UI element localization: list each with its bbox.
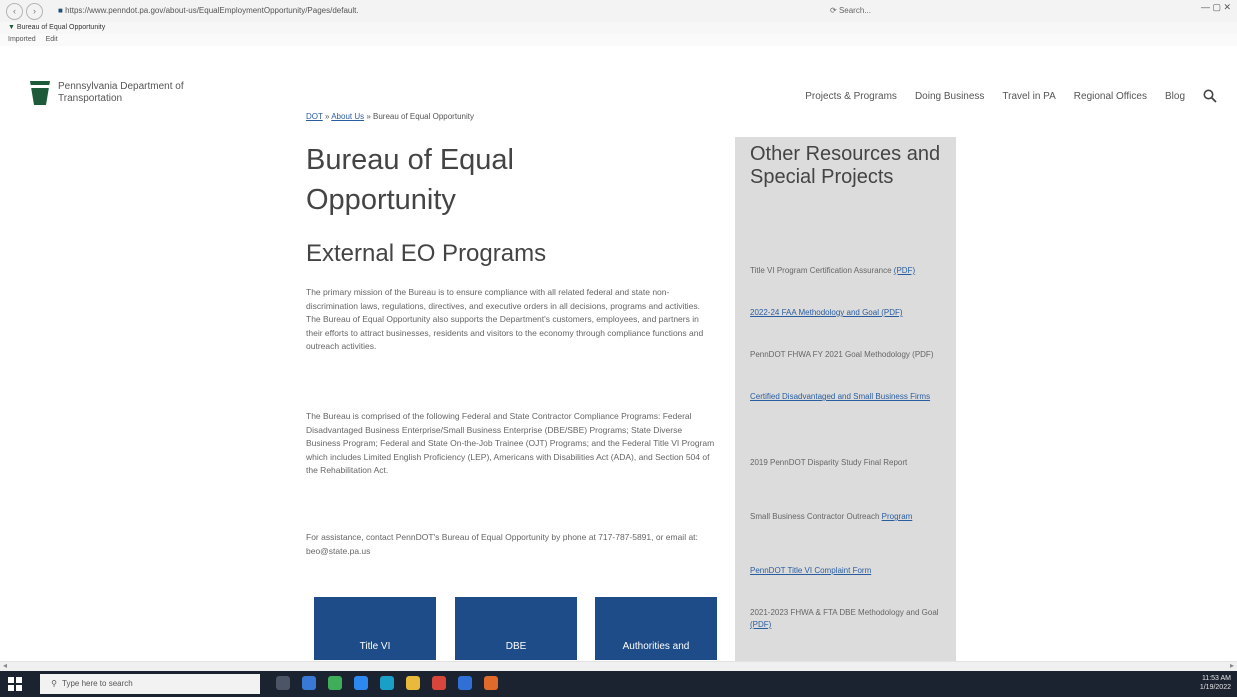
- nav-blog[interactable]: Blog: [1165, 91, 1185, 102]
- nav-projects-programs[interactable]: Projects & Programs: [805, 91, 897, 102]
- tab-bar: ▼ Bureau of Equal Opportunity: [0, 22, 1237, 34]
- scroll-left-icon[interactable]: ◂: [3, 661, 7, 670]
- sidebar-item[interactable]: Small Business Contractor Outreach Progr…: [750, 511, 940, 523]
- app-icon[interactable]: [432, 676, 446, 690]
- favicon-icon: ▼: [8, 24, 17, 31]
- section-heading: External EO Programs: [306, 240, 547, 267]
- sidebar-link[interactable]: PennDOT Title VI Complaint Form: [750, 566, 871, 575]
- scroll-right-icon[interactable]: ▸: [1230, 661, 1234, 670]
- main-navigation: Projects & Programs Doing Business Trave…: [805, 87, 1217, 105]
- search-icon[interactable]: [1203, 89, 1217, 103]
- sidebar-link[interactable]: 2022-24 FAA Methodology and Goal (PDF): [750, 308, 903, 317]
- tile-dbe[interactable]: DBE: [455, 597, 577, 660]
- forward-icon[interactable]: ›: [26, 3, 43, 20]
- keystone-icon: [30, 81, 50, 105]
- programs-paragraph: The Bureau is comprised of the following…: [306, 411, 715, 475]
- browser-toolbar: ‹ › ■ https://www.penndot.pa.gov/about-u…: [0, 0, 1237, 23]
- tile-authorities[interactable]: Authorities and: [595, 597, 717, 660]
- breadcrumb-current: Bureau of Equal Opportunity: [373, 112, 474, 121]
- taskbar-search-input[interactable]: ⚲ Type here to search: [40, 674, 260, 694]
- nav-doing-business[interactable]: Doing Business: [915, 91, 984, 102]
- task-view-icon[interactable]: [276, 676, 290, 690]
- sidebar-item[interactable]: Title VI Program Certification Assurance…: [750, 265, 940, 277]
- breadcrumb: DOT » About Us » Bureau of Equal Opportu…: [306, 112, 474, 121]
- breadcrumb-about-link[interactable]: About Us: [331, 112, 364, 121]
- back-icon[interactable]: ‹: [6, 3, 23, 20]
- mail-icon[interactable]: [458, 676, 472, 690]
- system-clock[interactable]: 11:53 AM 1/19/2022: [1161, 674, 1231, 692]
- address-bar[interactable]: ■ https://www.penndot.pa.gov/about-us/Eq…: [58, 3, 358, 18]
- taskbar: ⚲ Type here to search 11:53 AM 1/19/2022: [0, 671, 1237, 697]
- sidebar-item[interactable]: 2022-24 FAA Methodology and Goal (PDF): [750, 307, 940, 319]
- app-icon[interactable]: [484, 676, 498, 690]
- edge-icon[interactable]: [354, 676, 368, 690]
- window-controls[interactable]: — ▢ ✕: [1201, 2, 1231, 13]
- breadcrumb-home-link[interactable]: DOT: [306, 112, 323, 121]
- settings-icon[interactable]: [302, 676, 316, 690]
- search-icon: ⚲: [51, 679, 57, 688]
- browser-search-input[interactable]: ⟳ Search...: [830, 3, 950, 18]
- windows-start-icon[interactable]: [8, 677, 22, 691]
- tile-title-vi[interactable]: Title VI: [314, 597, 436, 660]
- sidebar-item[interactable]: PennDOT Title VI Complaint Form: [750, 565, 940, 577]
- sidebar-link[interactable]: Program: [882, 512, 913, 521]
- sidebar-item[interactable]: Certified Disadvantaged and Small Busine…: [750, 391, 940, 403]
- page-title: Bureau of Equal Opportunity: [306, 144, 514, 216]
- nav-travel-in-pa[interactable]: Travel in PA: [1002, 91, 1055, 102]
- favorites-bar: Imported Edit: [0, 34, 1237, 46]
- store-icon[interactable]: [380, 676, 394, 690]
- sidebar-link[interactable]: (PDF): [894, 266, 915, 275]
- refresh-icon[interactable]: ⟳: [830, 6, 839, 15]
- app-icon[interactable]: [328, 676, 342, 690]
- sidebar-item[interactable]: PennDOT FHWA FY 2021 Goal Methodology (P…: [750, 349, 940, 361]
- browser-tab[interactable]: ▼ Bureau of Equal Opportunity: [8, 23, 105, 33]
- file-explorer-icon[interactable]: [406, 676, 420, 690]
- nav-regional-offices[interactable]: Regional Offices: [1074, 91, 1147, 102]
- lock-icon: ■: [58, 6, 66, 15]
- sidebar-item[interactable]: 2019 PennDOT Disparity Study Final Repor…: [750, 457, 940, 469]
- org-name: Pennsylvania Department of Transportatio…: [58, 81, 184, 104]
- favorite-imported[interactable]: Imported: [8, 36, 36, 43]
- contact-paragraph: For assistance, contact PennDOT's Bureau…: [306, 532, 698, 556]
- resources-sidebar: Other Resources and Special Projects Tit…: [735, 137, 956, 662]
- sidebar-link[interactable]: (PDF): [750, 620, 771, 629]
- sidebar-item[interactable]: 2021-2023 FHWA & FTA DBE Methodology and…: [750, 607, 940, 631]
- horizontal-scrollbar[interactable]: ◂ ▸: [0, 661, 1237, 671]
- mission-paragraph: The primary mission of the Bureau is to …: [306, 287, 704, 351]
- favorite-edit[interactable]: Edit: [46, 36, 58, 43]
- sidebar-link[interactable]: Certified Disadvantaged and Small Busine…: [750, 392, 930, 401]
- sidebar-heading: Other Resources and Special Projects: [750, 143, 941, 188]
